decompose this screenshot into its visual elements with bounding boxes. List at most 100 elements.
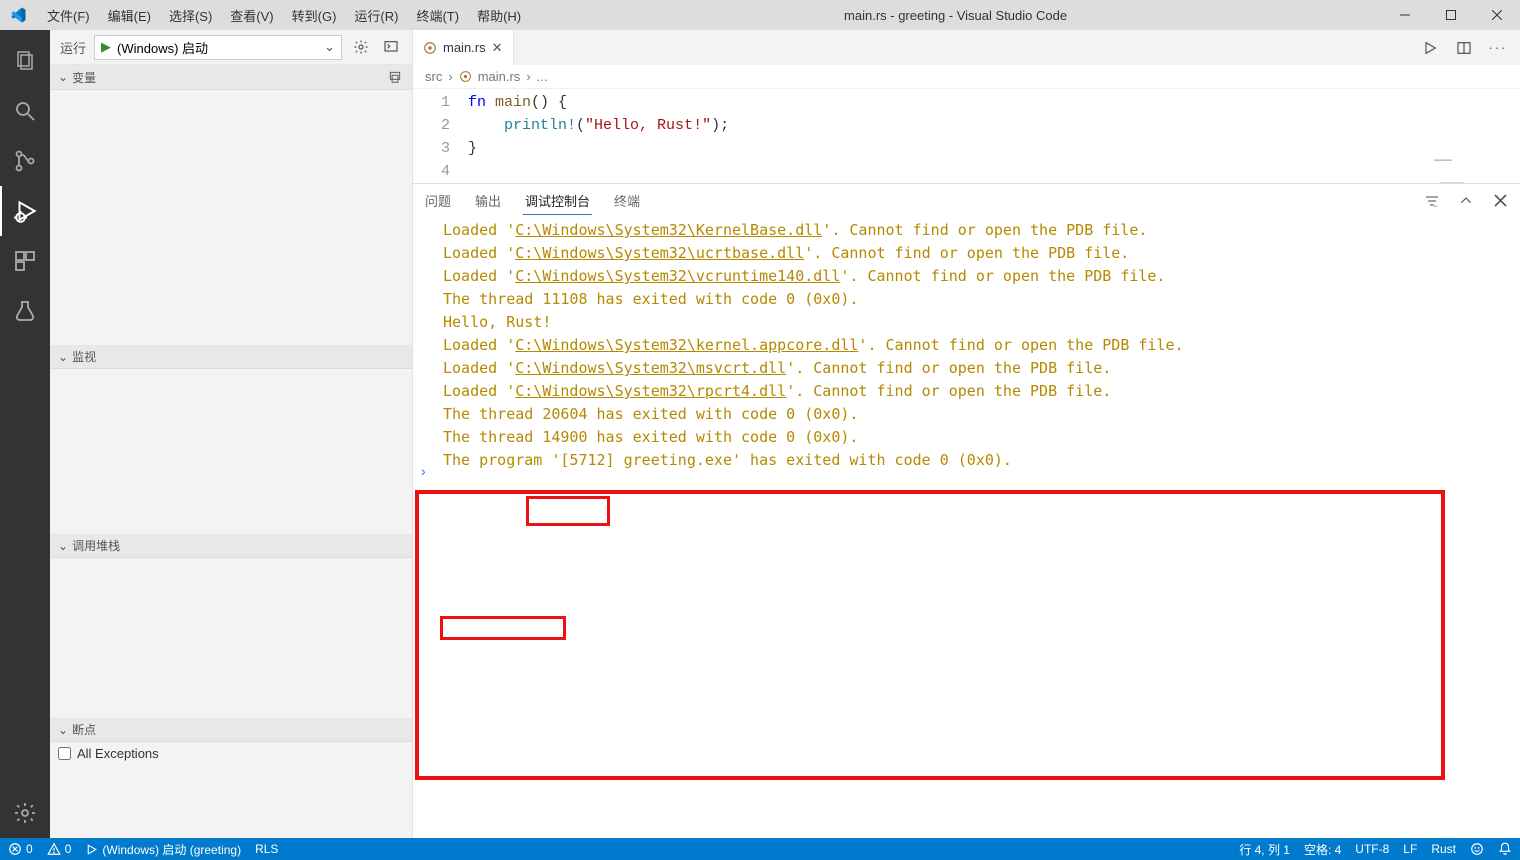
status-encoding[interactable]: UTF-8 (1355, 842, 1389, 856)
variables-section: ⌄ 变量 (50, 65, 412, 345)
rust-file-icon (459, 70, 472, 83)
panel-close-icon[interactable] (1490, 191, 1510, 211)
watch-section: ⌄ 监视 (50, 345, 412, 534)
activity-bar (0, 30, 50, 838)
debug-console-toggle-icon[interactable] (380, 36, 402, 58)
console-line: Loaded 'C:\Windows\System32\kernel.appco… (443, 334, 1520, 357)
watch-title: 监视 (72, 348, 404, 365)
breakpoints-header[interactable]: ⌄ 断点 (50, 718, 412, 742)
activity-testing-icon[interactable] (0, 286, 50, 336)
console-line: The thread 14900 has exited with code 0 … (443, 426, 1520, 449)
console-line: Loaded 'C:\Windows\System32\msvcrt.dll'.… (443, 357, 1520, 380)
window-title: main.rs - greeting - Visual Studio Code (529, 8, 1382, 23)
status-eol[interactable]: LF (1403, 842, 1417, 856)
code-editor[interactable]: 1fn main() { 2 println!("Hello, Rust!");… (413, 89, 1520, 183)
status-feedback-icon[interactable] (1470, 842, 1484, 856)
breadcrumb[interactable]: src › main.rs › ... (413, 65, 1520, 89)
panel-tab-3[interactable]: 终端 (612, 187, 642, 215)
status-bar: 0 0 (Windows) 启动 (greeting) RLS 行 4, 列 1… (0, 838, 1520, 860)
console-line: The thread 11108 has exited with code 0 … (443, 288, 1520, 311)
titlebar: 文件(F) 编辑(E) 选择(S) 查看(V) 转到(G) 运行(R) 终端(T… (0, 0, 1520, 30)
variables-header[interactable]: ⌄ 变量 (50, 65, 412, 90)
breadcrumb-folder[interactable]: src (425, 69, 442, 84)
close-tab-icon[interactable]: ✕ (492, 40, 503, 56)
menu-help[interactable]: 帮助(H) (469, 2, 529, 29)
menu-goto[interactable]: 转到(G) (284, 2, 345, 29)
callstack-title: 调用堆栈 (72, 537, 404, 554)
menu-select[interactable]: 选择(S) (161, 2, 220, 29)
more-actions-icon[interactable]: ··· (1488, 38, 1508, 58)
console-line: Loaded 'C:\Windows\System32\KernelBase.d… (443, 219, 1520, 242)
console-line: Loaded 'C:\Windows\System32\rpcrt4.dll'.… (443, 380, 1520, 403)
run-editor-icon[interactable] (1420, 38, 1440, 58)
vscode-logo-icon (0, 6, 35, 24)
minimap[interactable]: ▬▬▬▬▬▬ ▬▬▬▬▬▬▬▬▬ (1434, 149, 1514, 163)
editor-area: main.rs ✕ ··· src › main.rs › ... 1fn ma… (413, 30, 1520, 838)
gear-icon[interactable] (350, 36, 372, 58)
debug-toolbar: 运行 ▶ (Windows) 启动 ⌄ (50, 30, 412, 65)
line-number: 1 (413, 91, 468, 114)
start-debug-icon[interactable]: ▶ (101, 39, 111, 55)
status-cursor-pos[interactable]: 行 4, 列 1 (1239, 841, 1290, 858)
rust-file-icon (423, 41, 437, 55)
activity-settings-icon[interactable] (0, 788, 50, 838)
panel-tab-0[interactable]: 问题 (423, 187, 453, 215)
status-launch-config[interactable]: (Windows) 启动 (greeting) (85, 841, 241, 858)
debug-console-output[interactable]: Loaded 'C:\Windows\System32\KernelBase.d… (413, 217, 1520, 483)
console-line: The thread 20604 has exited with code 0 … (443, 403, 1520, 426)
callstack-section: ⌄ 调用堆栈 (50, 534, 412, 718)
variables-title: 变量 (72, 69, 386, 86)
watch-header[interactable]: ⌄ 监视 (50, 345, 412, 369)
tab-label: main.rs (443, 40, 486, 55)
close-button[interactable] (1474, 0, 1520, 30)
run-config-name: (Windows) 启动 (117, 38, 208, 57)
status-indent[interactable]: 空格: 4 (1304, 841, 1341, 858)
console-line: Loaded 'C:\Windows\System32\vcruntime140… (443, 265, 1520, 288)
chevron-right-icon: › (448, 69, 452, 84)
menu-file[interactable]: 文件(F) (39, 2, 98, 29)
callstack-header[interactable]: ⌄ 调用堆栈 (50, 534, 412, 558)
breakpoint-checkbox[interactable] (58, 747, 71, 760)
panel-tab-1[interactable]: 输出 (473, 187, 503, 215)
breakpoint-item[interactable]: All Exceptions (58, 746, 404, 761)
activity-debug-icon[interactable] (0, 186, 50, 236)
activity-search-icon[interactable] (0, 86, 50, 136)
chevron-down-icon: ⌄ (58, 539, 68, 553)
console-line: Loaded 'C:\Windows\System32\ucrtbase.dll… (443, 242, 1520, 265)
status-errors[interactable]: 0 (8, 842, 33, 856)
window-controls (1382, 0, 1520, 30)
split-editor-icon[interactable] (1454, 38, 1474, 58)
activity-explorer-icon[interactable] (0, 36, 50, 86)
menubar: 文件(F) 编辑(E) 选择(S) 查看(V) 转到(G) 运行(R) 终端(T… (35, 2, 529, 29)
status-bell-icon[interactable] (1498, 842, 1512, 856)
run-label: 运行 (60, 38, 86, 57)
maximize-button[interactable] (1428, 0, 1474, 30)
status-language[interactable]: Rust (1431, 842, 1456, 856)
bottom-panel: 问题输出调试控制台终端 Loaded 'C:\Windows\System32\… (413, 183, 1520, 483)
editor-tab-main-rs[interactable]: main.rs ✕ (413, 30, 514, 65)
menu-terminal[interactable]: 终端(T) (408, 2, 467, 29)
menu-view[interactable]: 查看(V) (222, 2, 281, 29)
menu-run[interactable]: 运行(R) (346, 2, 406, 29)
line-number: 3 (413, 137, 468, 160)
menu-edit[interactable]: 编辑(E) (100, 2, 159, 29)
run-config-dropdown[interactable]: ▶ (Windows) 启动 ⌄ (94, 35, 342, 60)
line-number: 4 (413, 160, 468, 183)
breadcrumb-file[interactable]: main.rs (478, 69, 521, 84)
collapse-icon[interactable] (386, 68, 404, 86)
minimize-button[interactable] (1382, 0, 1428, 30)
breadcrumb-tail[interactable]: ... (537, 69, 548, 84)
panel-tab-2[interactable]: 调试控制台 (523, 187, 592, 215)
activity-extensions-icon[interactable] (0, 236, 50, 286)
activity-scm-icon[interactable] (0, 136, 50, 186)
console-line: The program '[5712] greeting.exe' has ex… (443, 449, 1520, 472)
line-number: 2 (413, 114, 468, 137)
debug-sidebar: 运行 ▶ (Windows) 启动 ⌄ ⌄ 变量 ⌄ 监视 (50, 30, 413, 838)
status-warnings[interactable]: 0 (47, 842, 72, 856)
chevron-right-icon: › (526, 69, 530, 84)
debug-console-input-chevron-icon[interactable]: › (421, 463, 426, 479)
panel-maximize-icon[interactable] (1456, 191, 1476, 211)
status-rls[interactable]: RLS (255, 842, 278, 856)
chevron-down-icon: ⌄ (58, 70, 68, 84)
panel-filter-icon[interactable] (1422, 191, 1442, 211)
